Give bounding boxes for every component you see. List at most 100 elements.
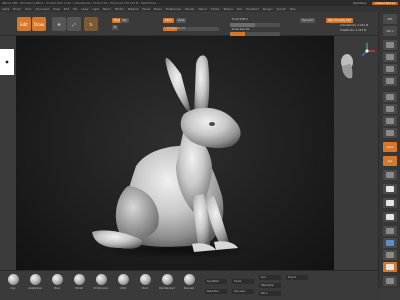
brush-preview-card[interactable]	[0, 49, 14, 75]
menu-render[interactable]: Render	[185, 8, 194, 11]
rgb-intensity-chip[interactable]: Rgb Intensity 100	[326, 18, 353, 23]
default-zscript-button[interactable]: Default ZScript	[372, 1, 398, 5]
rgb-toggle[interactable]: Rgb	[120, 18, 130, 23]
menu-alpha[interactable]: Alpha	[2, 8, 9, 11]
solo-button[interactable]	[383, 262, 397, 272]
menu-file[interactable]: File	[73, 8, 77, 11]
move-brush-label: Move	[53, 287, 61, 290]
menu-tool[interactable]: Tool	[237, 8, 242, 11]
mirror-label: Mirror	[261, 292, 268, 295]
divide-button[interactable]: Divide	[232, 279, 254, 284]
z-intensity-label: Z Intensity 25	[167, 27, 186, 30]
zadd-toggle[interactable]: Zadd	[163, 18, 174, 23]
spix-button[interactable]: SPix 3	[383, 26, 397, 36]
m-toggle[interactable]: M	[112, 25, 119, 30]
aahalf-button[interactable]	[383, 76, 397, 86]
lsym-button[interactable]: LSym	[383, 142, 397, 152]
scroll-button[interactable]	[383, 40, 397, 50]
menu-movie[interactable]: Movie	[142, 8, 150, 11]
persp-button[interactable]	[383, 104, 397, 114]
zoom-icon	[386, 54, 394, 60]
trimdynamic-brush-icon	[95, 274, 107, 285]
menu-brush[interactable]: Brush	[13, 8, 21, 11]
brush-standard[interactable]: Standard	[178, 274, 200, 298]
menu-preferences[interactable]: Preferences	[166, 8, 181, 11]
floor-button[interactable]	[383, 116, 397, 126]
scale-button[interactable]	[383, 198, 397, 208]
brush-move[interactable]: Move	[46, 274, 68, 298]
menu-layer[interactable]: Layer	[81, 8, 88, 11]
dynamesh-button[interactable]: DynaMesh	[205, 279, 227, 284]
move-shelf-icon	[386, 186, 394, 192]
bpr-button[interactable]: BPR	[383, 14, 397, 24]
menu-macro[interactable]: Macro	[103, 8, 111, 11]
menu-zplugin[interactable]: Zplugin	[263, 8, 273, 11]
menu-edit[interactable]: Edit	[64, 8, 69, 11]
rabbit-sculpt[interactable]	[16, 36, 334, 270]
xpose-button[interactable]	[383, 276, 397, 286]
menu-draw[interactable]: Draw	[53, 8, 60, 11]
menu-marker[interactable]: Marker	[115, 8, 124, 11]
menu-light[interactable]: Light	[92, 8, 98, 11]
dynamic-button[interactable]	[383, 92, 397, 102]
del-lower-button[interactable]: Del Lower	[232, 289, 254, 294]
dynamic-label: Dynamic	[302, 19, 314, 22]
axis-gizmo-icon[interactable]	[356, 40, 378, 62]
local-icon	[386, 130, 394, 136]
zoom-button[interactable]	[383, 52, 397, 62]
polyf-button[interactable]	[383, 238, 397, 248]
menu-picker[interactable]: Picker	[154, 8, 162, 11]
local-button[interactable]	[383, 128, 397, 138]
menu-stencil[interactable]: Stencil	[198, 8, 207, 11]
standard-brush-label: Standard	[183, 287, 195, 290]
move-icon[interactable]: ✥	[52, 17, 66, 31]
scale-icon[interactable]: ⤢	[67, 17, 81, 31]
gyz-button[interactable]: Gyz	[383, 156, 397, 166]
brush-clay[interactable]: Clay	[2, 274, 24, 298]
menu-transform[interactable]: Transform	[246, 8, 259, 11]
transp-button[interactable]	[383, 250, 397, 260]
head-gizmo-icon[interactable]	[338, 52, 356, 82]
actual-icon	[386, 66, 394, 72]
canvas-viewport[interactable]	[16, 36, 334, 270]
menu-stroke[interactable]: Stroke	[211, 8, 219, 11]
lsym-label: LSym	[386, 145, 394, 149]
menu-document[interactable]: Document	[36, 8, 49, 11]
menu-color[interactable]: Color	[25, 8, 32, 11]
brush-claybuildup[interactable]: ClayBuildup	[24, 274, 46, 298]
actual-button[interactable]	[383, 64, 397, 74]
linefill-button[interactable]	[383, 226, 397, 236]
draw-button[interactable]: Draw	[32, 17, 46, 31]
zremesher-button[interactable]: ZRemesher	[259, 283, 281, 288]
frame-button[interactable]	[383, 170, 397, 180]
menu-help[interactable]: Help	[290, 8, 296, 11]
brush-damstandard[interactable]: DamStandard	[156, 274, 178, 298]
quicksave-button[interactable]: QuickSave	[350, 2, 370, 5]
draw-label: Draw	[33, 21, 45, 27]
brush-pinch[interactable]: Pinch	[134, 274, 156, 298]
pinch-brush-icon	[139, 274, 151, 285]
top-toolbar: Edit Draw ✥ ⤢ ↻ Mrgb Rgb M Zadd Zsub Z I…	[0, 12, 400, 36]
brush-hpolish[interactable]: hPolish	[68, 274, 90, 298]
mirror-button[interactable]: Mirror	[259, 291, 281, 296]
menu-zscript[interactable]: Zscript	[277, 8, 286, 11]
rotate-icon[interactable]: ↻	[84, 17, 98, 31]
move-button[interactable]	[383, 184, 397, 194]
resolution-slider[interactable]: Resolution	[205, 289, 227, 294]
brush-trimdynamic[interactable]: TrimDynamic	[90, 274, 112, 298]
rotate-button[interactable]	[383, 212, 397, 222]
inflat-brush-icon	[117, 274, 129, 285]
dynamic-toggle[interactable]: Dynamic	[300, 18, 316, 23]
brush-inflat[interactable]: Inflat	[112, 274, 134, 298]
smt-toggle[interactable]: Smt	[259, 275, 281, 280]
damstandard-brush-label: DamStandard	[159, 287, 175, 290]
edit-button[interactable]: Edit	[17, 17, 31, 31]
zsub-toggle[interactable]: Zsub	[176, 18, 187, 23]
polyf-icon	[386, 240, 394, 246]
inflat-brush-label: Inflat	[120, 287, 126, 290]
focal-shift-slider[interactable]	[230, 23, 280, 27]
menu-texture[interactable]: Texture	[223, 8, 233, 11]
right-ear	[194, 55, 210, 116]
project-button[interactable]: Project	[286, 275, 308, 280]
menu-material[interactable]: Material	[128, 8, 139, 11]
